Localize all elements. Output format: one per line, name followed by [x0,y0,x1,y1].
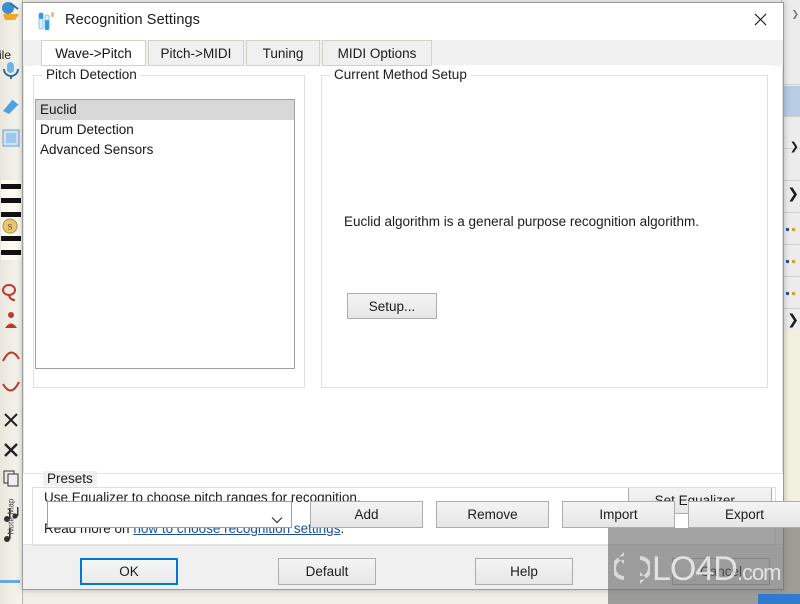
lo4d-name: LO4D [652,550,738,588]
tool-icon-curve[interactable] [1,345,21,365]
tool-icon-copy[interactable] [1,468,21,488]
ok-button[interactable]: OK [80,558,178,585]
presets-remove-button[interactable]: Remove [436,501,549,528]
tab-tuning[interactable]: Tuning [246,40,320,66]
background-row-divider [782,116,800,117]
tool-icon-lasso[interactable] [1,282,21,302]
svg-text:S: S [8,222,13,232]
chevron-right-icon[interactable]: ❯ [787,186,799,202]
resize-corner-icon: ❯ [791,10,799,20]
tool-icon-wave[interactable] [1,0,21,20]
tab-label: MIDI Options [337,45,417,61]
lo4d-suffix: .com [736,560,782,585]
background-row-divider [782,180,800,181]
default-button[interactable]: Default [278,558,376,585]
background-row-divider [782,244,800,245]
chevron-right-icon[interactable]: ❯ [787,312,799,328]
list-item-advanced-sensors[interactable]: Advanced Sensors [36,140,294,160]
chevron-right-icon[interactable]: ❯ [790,140,799,153]
group-presets-legend: Presets [43,471,97,486]
presets-export-button[interactable]: Export [688,501,800,528]
background-scroll-indicator[interactable] [0,580,20,583]
lo4d-logo-icon [612,550,652,586]
background-selected-track[interactable] [782,86,800,116]
tab-strip[interactable]: Wave->Pitch Pitch->MIDI Tuning MIDI Opti… [23,40,783,66]
background-row-divider [782,276,800,277]
chevron-down-icon[interactable] [271,511,283,524]
tool-icon-curve2[interactable] [1,378,21,398]
presets-combobox[interactable] [47,501,292,528]
tool-icon-note-marker: S [2,218,22,238]
background-row-divider [782,212,800,213]
track-dots-icon [786,228,797,232]
tool-icon-person[interactable] [1,310,21,330]
group-current-method-legend: Current Method Setup [330,67,471,82]
presets-import-button[interactable]: Import [562,501,675,528]
tab-label: Pitch->MIDI [160,45,232,61]
tab-label: Tuning [262,45,304,61]
tab-pitch-midi[interactable]: Pitch->MIDI [148,40,244,66]
tab-page-wave-pitch: Pitch Detection Euclid Drum Detection Ad… [23,66,783,473]
list-item-drum-detection[interactable]: Drum Detection [36,120,294,140]
help-button[interactable]: Help [475,558,573,585]
tool-icon-panel[interactable] [1,128,21,148]
close-icon[interactable] [737,3,783,35]
tab-label: Wave->Pitch [55,45,132,61]
pitch-detection-listbox[interactable]: Euclid Drum Detection Advanced Sensors [35,99,295,369]
lo4d-watermark-text: LO4D.com [652,550,782,589]
tool-icon-cut[interactable] [1,410,21,430]
background-row-divider [782,84,800,85]
tool-icon-mic[interactable] [1,60,21,80]
watermark-blue-bar [758,594,800,604]
recognition-settings-dialog: Recognition Settings Wave->Pitch Pitch->… [22,2,800,590]
presets-add-button[interactable]: Add [310,501,423,528]
group-current-method-setup: Current Method Setup [321,67,768,388]
close-small-icon[interactable] [1,440,21,460]
setup-button[interactable]: Setup... [347,293,437,319]
tab-wave-pitch[interactable]: Wave->Pitch [41,40,146,66]
dialog-title: Recognition Settings [65,12,200,28]
tool-icon-tune[interactable] [1,95,21,115]
dialog-titlebar[interactable]: Recognition Settings [23,3,783,40]
sliders-icon [37,12,57,31]
background-left-toolbar[interactable]: S Note Map ile [0,0,23,604]
tab-midi-options[interactable]: MIDI Options [322,40,432,66]
background-row-divider [782,308,800,309]
track-dots-icon [786,260,797,264]
list-item-euclid[interactable]: Euclid [36,100,294,120]
lo4d-watermark: LO4D.com [608,528,800,604]
track-dots-icon [786,292,797,296]
method-description: Euclid algorithm is a general purpose re… [344,214,699,229]
background-menu-file[interactable]: ile [0,48,11,62]
background-vertical-label: Note Map [6,498,16,535]
group-pitch-detection-legend: Pitch Detection [42,67,141,82]
screen: ❯ ❯ ❯ ❯ S Note Map ile Recognition Setti… [0,0,800,604]
